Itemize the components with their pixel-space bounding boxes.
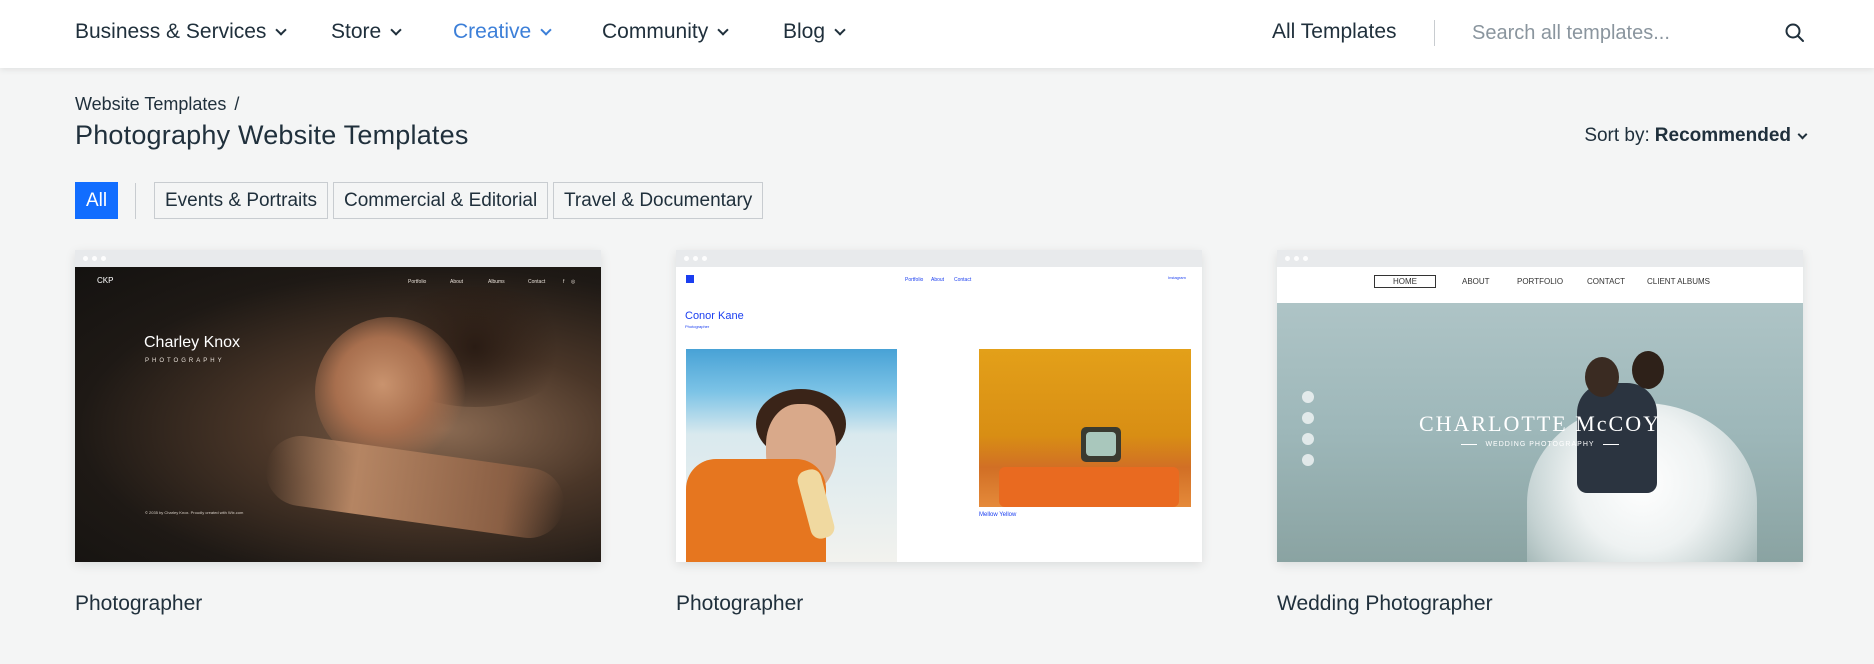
preview-photo-shape bbox=[1632, 351, 1664, 389]
preview-menu-item: ABOUT bbox=[1462, 277, 1490, 286]
preview-subtitle: Photographer bbox=[685, 324, 710, 329]
browser-bar bbox=[75, 250, 601, 267]
preview-name: Charley Knox bbox=[144, 334, 241, 351]
nav-item-label: Store bbox=[331, 20, 382, 43]
all-templates-link[interactable]: All Templates bbox=[1272, 20, 1397, 44]
browser-dot bbox=[83, 256, 88, 261]
breadcrumb-link-website-templates[interactable]: Website Templates bbox=[75, 94, 226, 114]
browser-dot bbox=[92, 256, 97, 261]
preview-photo bbox=[979, 349, 1191, 507]
template-preview[interactable]: CKP Portfolio About Albums Contact f ◎ C… bbox=[75, 250, 601, 562]
nav-item-store[interactable]: Store bbox=[331, 20, 402, 44]
browser-dot bbox=[101, 256, 106, 261]
preview-name: Conor Kane bbox=[685, 310, 744, 322]
filter-chip-all[interactable]: All bbox=[75, 182, 119, 219]
preview-footer: © 2035 by Charley Knox. Proudly created … bbox=[145, 510, 244, 515]
template-preview[interactable]: Portfolio About Contact Instagram Conor … bbox=[676, 250, 1202, 562]
nav-item-label: Creative bbox=[453, 20, 532, 43]
divider-line bbox=[1602, 443, 1619, 445]
sort-value: Recommended bbox=[1654, 125, 1791, 146]
preview-menu-item: Portfolio bbox=[408, 279, 427, 285]
nav-item-blog[interactable]: Blog bbox=[783, 20, 846, 44]
browser-dot bbox=[693, 256, 698, 261]
filter-divider bbox=[135, 183, 136, 219]
preview-menu-item: About bbox=[931, 277, 945, 283]
facebook-icon bbox=[1302, 391, 1314, 403]
preview-subtitle: WEDDING PHOTOGRAPHY bbox=[1485, 441, 1595, 448]
preview-menu-item: CLIENT ALBUMS bbox=[1647, 277, 1710, 286]
template-preview[interactable]: HOME ABOUT PORTFOLIO CONTACT CLIENT ALBU… bbox=[1277, 250, 1803, 562]
preview-logo: CKP bbox=[97, 276, 114, 285]
browser-dot bbox=[684, 256, 689, 261]
preview-photo bbox=[686, 349, 897, 562]
instagram-icon: ◎ bbox=[571, 279, 576, 285]
browser-dot bbox=[1285, 256, 1290, 261]
preview-caption: Mellow Yellow bbox=[979, 512, 1017, 518]
preview-menu-item: Contact bbox=[528, 279, 546, 285]
page-title: Photography Website Templates bbox=[75, 120, 469, 150]
preview-photo-shape bbox=[999, 467, 1179, 507]
browser-dot bbox=[1294, 256, 1299, 261]
browser-bar bbox=[1277, 250, 1803, 267]
instagram-icon bbox=[1302, 454, 1314, 466]
nav-divider bbox=[1434, 20, 1435, 46]
preview-brand-subtitle: WEDDING PHOTOGRAPHY bbox=[1277, 441, 1803, 448]
sort-label: Sort by: bbox=[1584, 125, 1650, 146]
preview-photo-shape bbox=[1585, 357, 1619, 397]
preview-menu-item: About bbox=[450, 279, 464, 285]
nav-item-label: Blog bbox=[783, 20, 826, 43]
preview-brand: CHARLOTTE McCOY bbox=[1418, 411, 1662, 436]
top-navigation: Business & Services Store Creative Commu… bbox=[0, 0, 1874, 68]
nav-item-business-services[interactable]: Business & Services bbox=[75, 20, 288, 44]
template-title[interactable]: Photographer bbox=[676, 592, 1202, 616]
divider-line bbox=[1461, 443, 1478, 445]
chevron-down-icon bbox=[834, 24, 846, 36]
nav-item-label: Community bbox=[602, 20, 709, 43]
facebook-icon: f bbox=[563, 279, 565, 285]
preview-photo-shape bbox=[1081, 427, 1121, 462]
preview-image: Portfolio About Contact Instagram Conor … bbox=[676, 267, 1202, 562]
preview-image: CKP Portfolio About Albums Contact f ◎ C… bbox=[75, 267, 601, 562]
preview-menu-item: PORTFOLIO bbox=[1517, 277, 1564, 286]
preview-menu-item: HOME bbox=[1374, 275, 1436, 288]
template-card: CKP Portfolio About Albums Contact f ◎ C… bbox=[75, 250, 601, 616]
chevron-down-icon bbox=[390, 24, 402, 36]
browser-dot bbox=[1303, 256, 1308, 261]
preview-menu-item: Albums bbox=[488, 279, 505, 285]
breadcrumb-separator: / bbox=[234, 94, 240, 114]
filter-chip-travel-documentary[interactable]: Travel & Documentary bbox=[553, 182, 764, 219]
search-input[interactable] bbox=[1472, 17, 1772, 49]
preview-photo-shape bbox=[1577, 383, 1657, 493]
browser-bar bbox=[676, 250, 1202, 267]
template-card: HOME ABOUT PORTFOLIO CONTACT CLIENT ALBU… bbox=[1277, 250, 1803, 616]
preview-logo bbox=[686, 275, 694, 283]
chevron-down-icon bbox=[717, 24, 729, 36]
preview-menu-item: Portfolio bbox=[905, 277, 924, 283]
template-title[interactable]: Wedding Photographer bbox=[1277, 592, 1803, 616]
chevron-down-icon bbox=[275, 24, 288, 36]
template-card: Portfolio About Contact Instagram Conor … bbox=[676, 250, 1202, 616]
browser-dot bbox=[702, 256, 707, 261]
nav-item-label: Business & Services bbox=[75, 20, 267, 43]
preview-image: HOME ABOUT PORTFOLIO CONTACT CLIENT ALBU… bbox=[1277, 267, 1803, 562]
chevron-down-icon bbox=[540, 24, 552, 36]
filter-chip-commercial-editorial[interactable]: Commercial & Editorial bbox=[333, 182, 549, 219]
filter-chip-events-portraits[interactable]: Events & Portraits bbox=[154, 182, 329, 219]
breadcrumb: Website Templates / bbox=[75, 94, 239, 115]
preview-menu-item: CONTACT bbox=[1587, 277, 1626, 286]
preview-menu-item: Contact bbox=[954, 277, 972, 283]
nav-item-creative[interactable]: Creative bbox=[453, 20, 552, 44]
preview-subtitle: PHOTOGRAPHY bbox=[145, 358, 225, 364]
search-icon[interactable] bbox=[1784, 22, 1806, 44]
nav-item-community[interactable]: Community bbox=[602, 20, 729, 44]
sort-dropdown[interactable]: Sort by: Recommended bbox=[1584, 125, 1808, 147]
preview-social-link: Instagram bbox=[1168, 275, 1186, 280]
template-title[interactable]: Photographer bbox=[75, 592, 601, 616]
chevron-down-icon bbox=[1797, 129, 1808, 139]
